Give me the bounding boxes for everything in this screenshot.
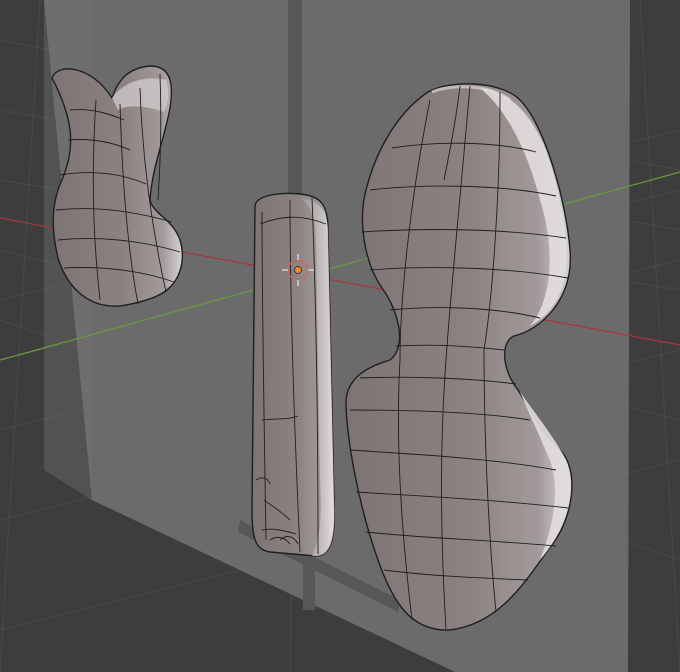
3d-viewport[interactable] bbox=[0, 0, 680, 672]
object-origin-dot[interactable] bbox=[294, 266, 302, 274]
viewport-canvas[interactable] bbox=[0, 0, 680, 672]
center-mesh[interactable] bbox=[251, 192, 336, 557]
